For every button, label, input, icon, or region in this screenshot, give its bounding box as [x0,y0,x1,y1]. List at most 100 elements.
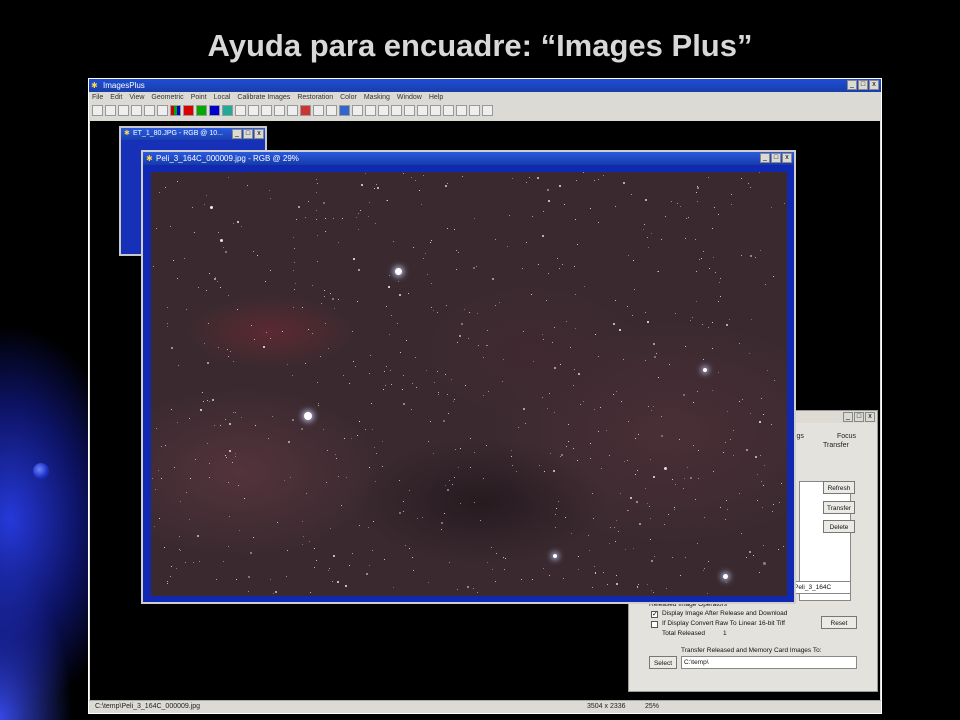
star [321,303,322,304]
close-image-icon[interactable] [131,105,142,116]
menu-bar: File Edit View Geometric Point Local Cal… [89,92,881,103]
close-button[interactable]: x [865,412,875,422]
menu-masking[interactable]: Masking [364,92,390,103]
star [713,257,714,258]
star [352,331,353,332]
menu-point[interactable]: Point [191,92,207,103]
star [286,576,287,577]
background-window-titlebar[interactable]: ✱ ET_1_80.JPG - RGB @ 10... _ □ x [121,128,265,140]
menu-geometric[interactable]: Geometric [151,92,183,103]
maximize-button[interactable]: □ [858,80,868,90]
fill-icon[interactable] [300,105,311,116]
close-button[interactable]: x [254,129,264,139]
tab-focus[interactable]: Focus [837,433,856,440]
menu-color[interactable]: Color [340,92,357,103]
star [365,429,366,430]
star [333,218,334,219]
convert-raw-checkbox[interactable] [651,621,658,628]
minimize-button[interactable]: _ [760,153,770,163]
menu-local[interactable]: Local [214,92,231,103]
star [638,584,639,585]
maximize-button[interactable]: □ [243,129,253,139]
maximize-button[interactable]: □ [854,412,864,422]
maximize-button[interactable]: □ [771,153,781,163]
star [759,421,761,423]
image-window-titlebar[interactable]: ✱ Peli_3_164C_000009.jpg - RGB @ 29% _ □… [143,152,794,165]
menu-edit[interactable]: Edit [110,92,122,103]
redo-all-icon[interactable] [274,105,285,116]
dotted-line-icon[interactable] [313,105,324,116]
filename-field[interactable]: Peli_3_164C [791,581,851,594]
menu-restoration[interactable]: Restoration [297,92,333,103]
open-icon[interactable] [105,105,116,116]
select-button[interactable]: Select [649,656,677,669]
minimize-button[interactable]: _ [847,80,857,90]
refresh-button[interactable]: Refresh [823,481,855,494]
color-balance-icon[interactable] [222,105,233,116]
star [523,408,525,410]
star [543,211,544,212]
star [197,535,199,537]
reset-button[interactable]: Reset [821,616,857,629]
star [298,206,300,208]
save-icon[interactable] [118,105,129,116]
destination-path-field[interactable]: C:\temp\ [681,656,857,669]
undo-icon[interactable] [235,105,246,116]
triangle-icon[interactable] [339,105,350,116]
resize-icon[interactable] [404,105,415,116]
pencil-icon[interactable] [417,105,428,116]
stop-icon[interactable] [430,105,441,116]
star [206,195,207,196]
redo-icon[interactable] [248,105,259,116]
delete-button[interactable]: Delete [823,520,855,533]
astro-image[interactable] [151,172,787,596]
menu-window[interactable]: Window [397,92,422,103]
tab-transfer[interactable]: Transfer [823,442,849,449]
zoom-fit-icon[interactable] [482,105,493,116]
angle-icon[interactable] [352,105,363,116]
status-path: C:\temp\Peli_3_164C_000009.jpg [95,703,201,710]
mask-icon[interactable] [287,105,298,116]
star [725,442,726,443]
star [422,517,423,518]
menu-file[interactable]: File [92,92,103,103]
zoom-in-icon[interactable] [469,105,480,116]
align-icon[interactable] [378,105,389,116]
star [228,295,229,296]
print-icon[interactable] [157,105,168,116]
star [369,373,370,374]
undo-all-icon[interactable] [261,105,272,116]
menu-calibrate-images[interactable]: Calibrate Images [237,92,290,103]
crosshair-icon[interactable] [365,105,376,116]
minimize-button[interactable]: _ [232,129,242,139]
minimize-button[interactable]: _ [843,412,853,422]
close-button[interactable]: x [869,80,879,90]
star [393,241,394,242]
star [352,553,353,554]
close-button[interactable]: x [782,153,792,163]
cut-icon[interactable] [144,105,155,116]
green-channel-icon[interactable] [196,105,207,116]
star [332,581,333,582]
star [338,242,339,243]
channels-icon[interactable] [170,105,181,116]
transfer-button[interactable]: Transfer [823,501,855,514]
red-channel-icon[interactable] [183,105,194,116]
star [184,258,185,259]
star [633,260,634,261]
menu-view[interactable]: View [129,92,144,103]
grid-icon[interactable] [326,105,337,116]
menu-help[interactable]: Help [429,92,443,103]
star [296,219,297,220]
star [206,290,207,291]
new-icon[interactable] [92,105,103,116]
image-window[interactable]: ✱ Peli_3_164C_000009.jpg - RGB @ 29% _ □… [141,150,796,604]
app-titlebar[interactable]: ✱ ImagesPlus _ □ x [89,79,881,92]
star [601,468,602,469]
star [697,187,699,189]
blue-channel-icon[interactable] [209,105,220,116]
display-image-checkbox[interactable]: ✓ [651,611,658,618]
crop-icon[interactable] [391,105,402,116]
zoom-out-icon[interactable] [456,105,467,116]
zoom-icon[interactable] [443,105,454,116]
